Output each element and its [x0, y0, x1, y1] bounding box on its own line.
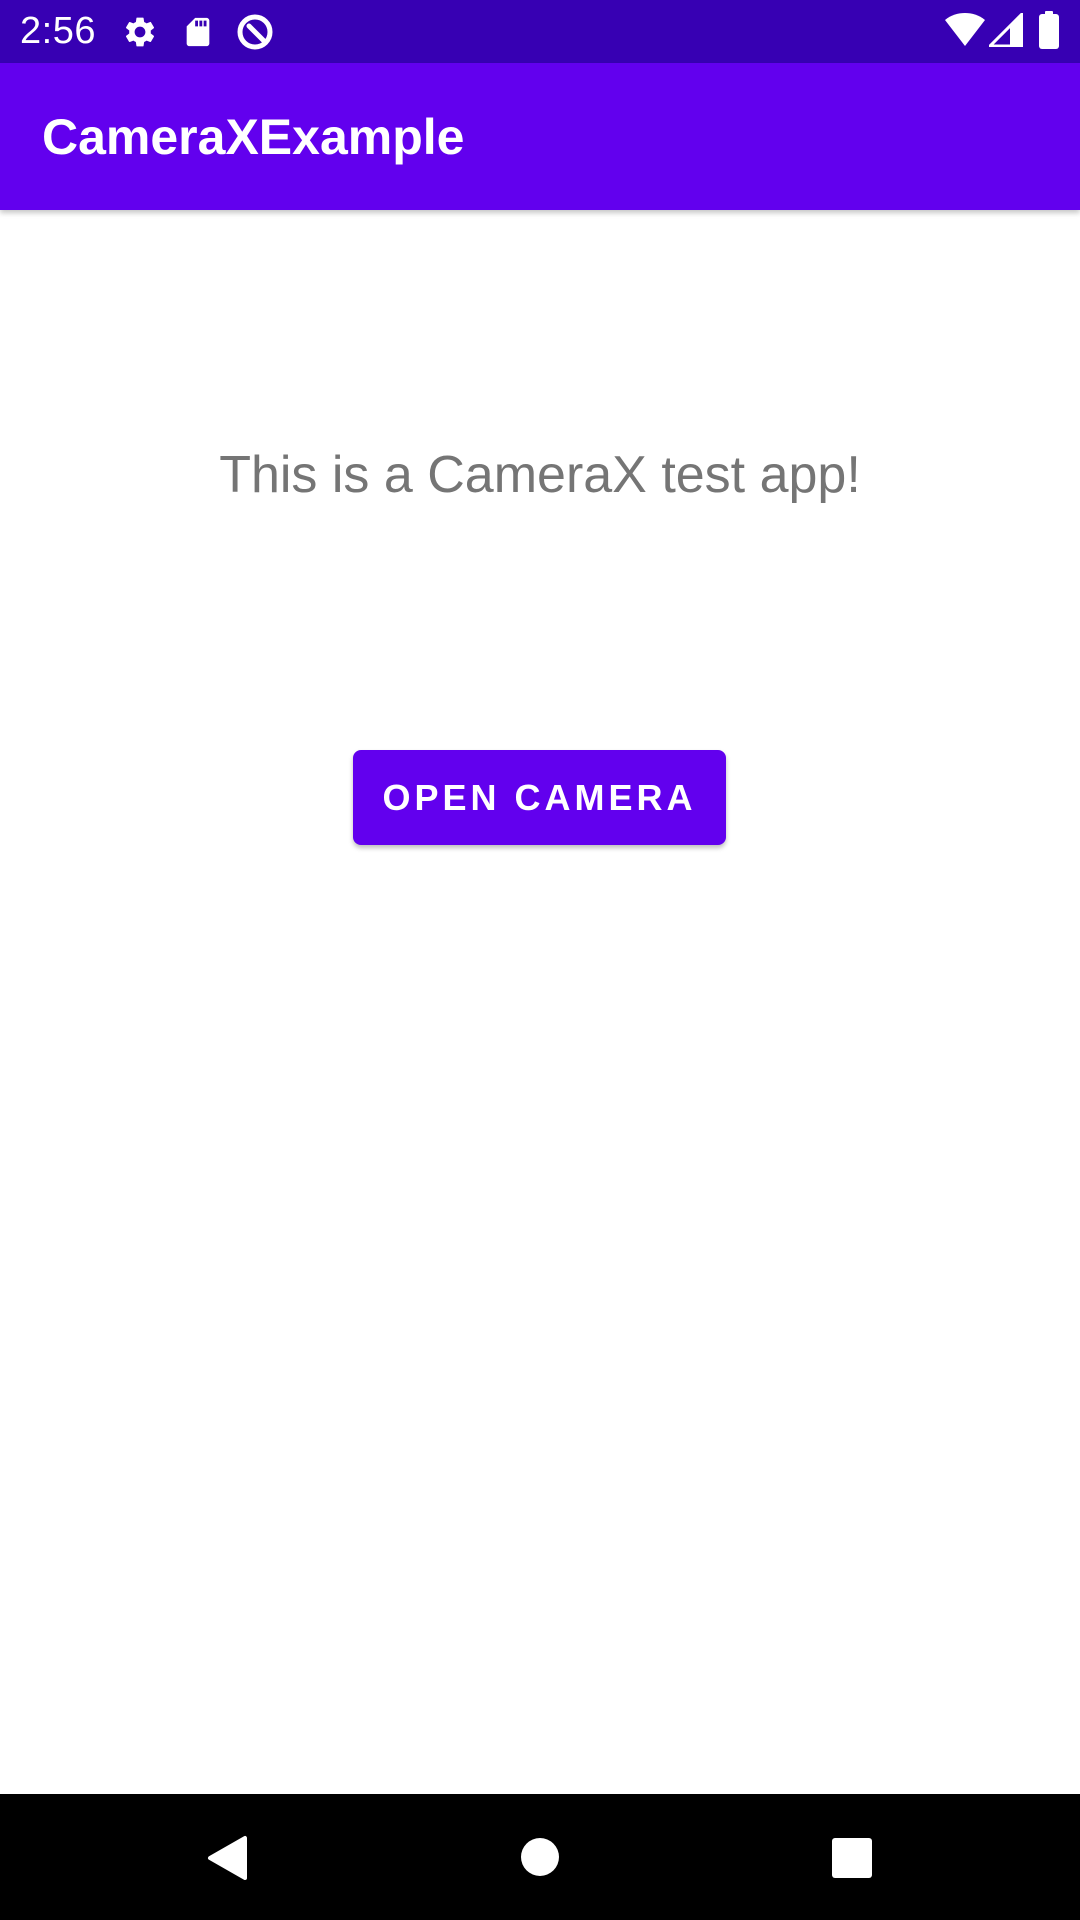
battery-icon — [1039, 11, 1059, 49]
welcome-message: This is a CameraX test app! — [219, 446, 861, 504]
back-button[interactable] — [155, 1794, 295, 1920]
home-icon — [521, 1838, 559, 1876]
app-title: CameraXExample — [42, 109, 465, 165]
wifi-icon — [945, 13, 985, 46]
back-icon — [208, 1836, 247, 1880]
navigation-bar — [0, 1794, 1080, 1920]
recents-icon — [832, 1838, 872, 1878]
data-saver-icon — [237, 14, 273, 50]
open-camera-button[interactable]: OPEN CAMERA — [353, 750, 726, 845]
app-bar: CameraXExample — [0, 63, 1080, 210]
settings-gear-icon — [125, 17, 155, 47]
home-button[interactable] — [470, 1794, 610, 1920]
status-bar: 2:56 — [0, 0, 1080, 63]
recents-button[interactable] — [780, 1794, 920, 1920]
status-time: 2:56 — [20, 10, 96, 52]
cellular-signal-icon — [989, 13, 1023, 47]
sd-card-icon — [186, 17, 210, 47]
